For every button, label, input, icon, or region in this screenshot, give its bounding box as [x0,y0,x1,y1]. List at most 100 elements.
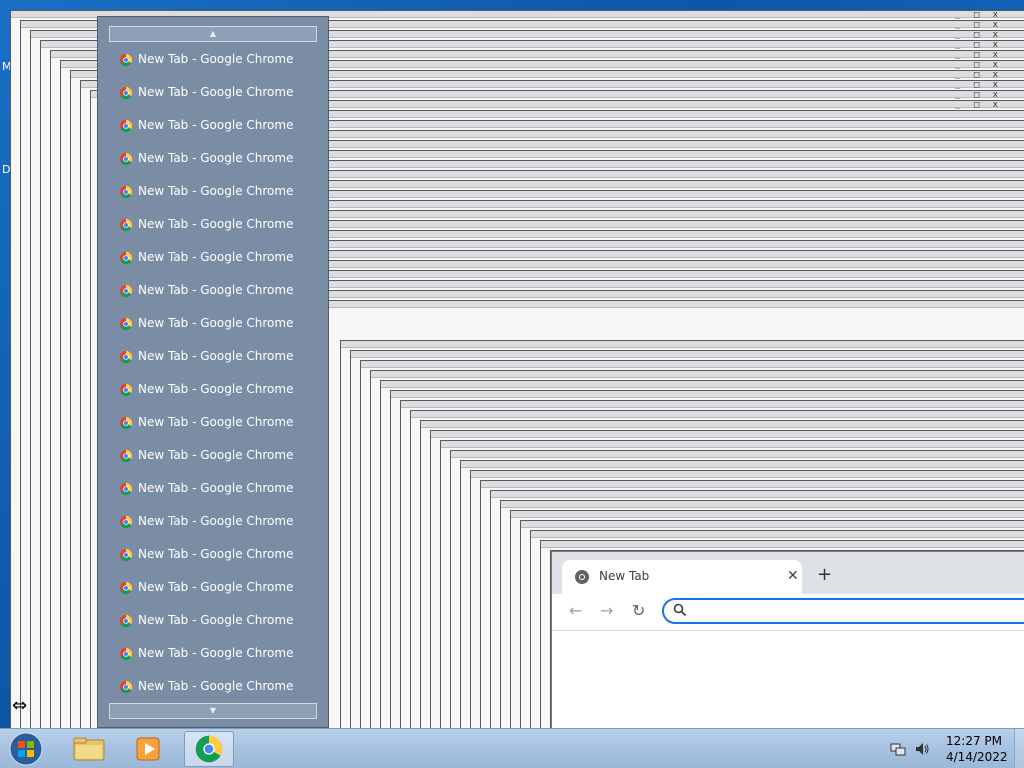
volume-icon[interactable] [914,741,930,757]
folder-icon [73,737,105,761]
chrome-icon [195,735,223,763]
chrome-icon [119,482,133,496]
window-controls-icon: _ □ x [955,60,1003,70]
start-button[interactable] [6,731,46,767]
chrome-tab-strip: New Tab ✕ + [552,552,1024,594]
network-icon[interactable] [890,741,906,757]
window-controls-icon: _ □ x [955,90,1003,100]
chrome-icon [119,317,133,331]
media-player-icon [136,737,160,761]
omnibox-input[interactable] [694,602,998,622]
list-item-label: New Tab - Google Chrome [138,118,294,132]
taskbar-window-list[interactable]: ▲ New Tab - Google Chrome New Tab - Googl… [97,16,329,728]
clock-time[interactable]: 12:27 PM [946,734,1002,748]
list-item-label: New Tab - Google Chrome [138,415,294,429]
list-item[interactable]: New Tab - Google Chrome [98,307,328,340]
list-item-label: New Tab - Google Chrome [138,349,294,363]
show-desktop-button[interactable] [1014,729,1024,768]
list-item-label: New Tab - Google Chrome [138,283,294,297]
chrome-icon [119,53,133,67]
window-controls-icon: _ □ x [955,30,1003,40]
chrome-toolbar: ← → ↻ [552,594,1024,631]
taskbar-chrome-button[interactable] [184,731,234,767]
chrome-icon [119,284,133,298]
window-controls-icon: _ □ x [955,10,1003,20]
list-item[interactable]: New Tab - Google Chrome [98,637,328,670]
chrome-icon [119,416,133,430]
system-tray: 12:27 PM 4/14/2022 [886,729,1024,768]
reload-icon[interactable]: ↻ [632,602,645,620]
taskbar: 12:27 PM 4/14/2022 [0,728,1024,768]
window-controls-icon: _ □ x [955,50,1003,60]
list-item[interactable]: New Tab - Google Chrome [98,439,328,472]
chrome-icon [119,548,133,562]
taskbar-media-player-button[interactable] [124,731,174,767]
chrome-icon [119,614,133,628]
list-item-label: New Tab - Google Chrome [138,52,294,66]
clock-date[interactable]: 4/14/2022 [946,750,1008,764]
chrome-icon [119,119,133,133]
window-controls-icon: _ □ x [955,20,1003,30]
window-controls-icon: _ □ x [955,80,1003,90]
list-item[interactable]: New Tab - Google Chrome [98,340,328,373]
list-item-label: New Tab - Google Chrome [138,151,294,165]
window-controls-icon: _ □ x [955,100,1003,110]
scroll-up-button[interactable]: ▲ [109,26,317,42]
list-item[interactable]: New Tab - Google Chrome [98,406,328,439]
resize-cursor-icon: ⇔ [12,695,28,716]
list-item[interactable]: New Tab - Google Chrome [98,208,328,241]
list-item-label: New Tab - Google Chrome [138,580,294,594]
list-item[interactable]: New Tab - Google Chrome [98,142,328,175]
list-item[interactable]: New Tab - Google Chrome [98,670,328,703]
list-item[interactable]: New Tab - Google Chrome [98,76,328,109]
list-item[interactable]: New Tab - Google Chrome [98,604,328,637]
chrome-window[interactable]: New Tab ✕ + ← → ↻ [551,551,1024,728]
list-item[interactable]: New Tab - Google Chrome [98,472,328,505]
list-item[interactable]: New Tab - Google Chrome [98,538,328,571]
chrome-icon [119,218,133,232]
back-icon[interactable]: ← [569,602,582,620]
chrome-icon [119,251,133,265]
new-tab-button[interactable]: + [817,566,832,584]
list-item-label: New Tab - Google Chrome [138,448,294,462]
chrome-icon [119,152,133,166]
list-item[interactable]: New Tab - Google Chrome [98,241,328,274]
list-item-label: New Tab - Google Chrome [138,547,294,561]
close-tab-icon[interactable]: ✕ [787,568,799,584]
chrome-icon [119,185,133,199]
list-item-label: New Tab - Google Chrome [138,250,294,264]
list-item-label: New Tab - Google Chrome [138,679,294,693]
window-list-items: New Tab - Google Chrome New Tab - Google … [98,43,328,703]
list-item[interactable]: New Tab - Google Chrome [98,505,328,538]
chrome-icon [119,680,133,694]
list-item[interactable]: New Tab - Google Chrome [98,109,328,142]
list-item[interactable]: New Tab - Google Chrome [98,175,328,208]
chrome-icon [119,581,133,595]
scroll-down-button[interactable]: ▼ [109,703,317,719]
chrome-icon [119,647,133,661]
list-item[interactable]: New Tab - Google Chrome [98,373,328,406]
list-item-label: New Tab - Google Chrome [138,85,294,99]
forward-icon[interactable]: → [600,602,613,620]
list-item-label: New Tab - Google Chrome [138,217,294,231]
list-item-label: New Tab - Google Chrome [138,646,294,660]
list-item[interactable]: New Tab - Google Chrome [98,43,328,76]
list-item-label: New Tab - Google Chrome [138,481,294,495]
list-item-label: New Tab - Google Chrome [138,613,294,627]
omnibox[interactable] [662,598,1024,624]
list-item-label: New Tab - Google Chrome [138,382,294,396]
search-icon [673,603,687,617]
tab-title: New Tab [599,569,650,583]
chrome-icon [119,86,133,100]
tab-new-tab[interactable]: New Tab ✕ [562,560,802,594]
chrome-icon [119,515,133,529]
window-controls-icon: _ □ x [955,70,1003,80]
list-item[interactable]: New Tab - Google Chrome [98,274,328,307]
list-item[interactable]: New Tab - Google Chrome [98,571,328,604]
list-item-label: New Tab - Google Chrome [138,316,294,330]
list-item-label: New Tab - Google Chrome [138,184,294,198]
list-item-label: New Tab - Google Chrome [138,514,294,528]
chrome-icon [575,570,589,584]
taskbar-explorer-button[interactable] [64,731,114,767]
chrome-icon [119,449,133,463]
